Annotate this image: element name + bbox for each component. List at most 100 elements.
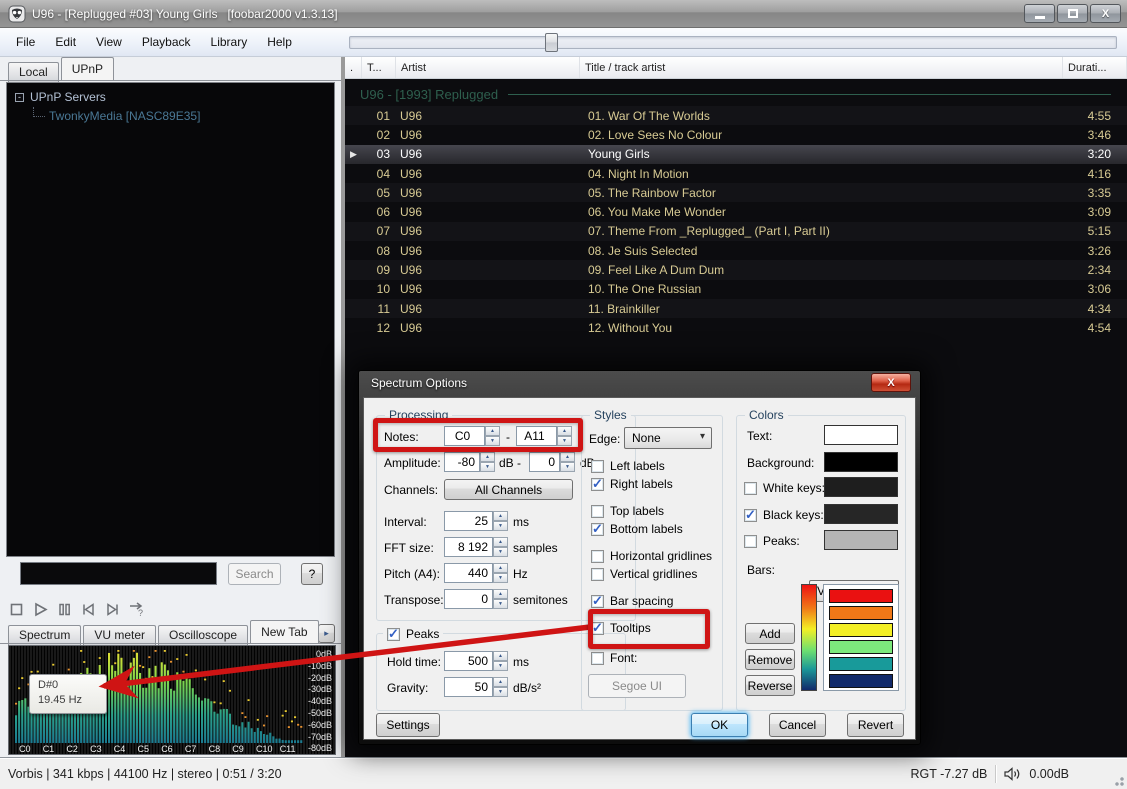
edge-dropdown[interactable]: None (624, 427, 712, 449)
checkbox-icon[interactable] (591, 622, 604, 635)
pitch-spinner[interactable]: ▲▼ (493, 563, 508, 583)
amplitude-to-input[interactable]: 0 (529, 452, 560, 472)
gravity-input[interactable]: 50 (444, 677, 493, 697)
remove-color-button[interactable]: Remove (745, 649, 795, 670)
peaks-color-checkbox-icon[interactable] (744, 535, 757, 548)
channels-button[interactable]: All Channels (444, 479, 573, 500)
column-header-2[interactable]: Artist (396, 57, 580, 78)
amplitude-from-spinner[interactable]: ▲▼ (480, 452, 495, 472)
notes-from-spinner[interactable]: ▲▼ (485, 426, 500, 446)
checkbox-bottom-labels[interactable]: Bottom labels (591, 520, 717, 538)
checkbox-bar-spacing[interactable]: Bar spacing (591, 592, 717, 610)
checkbox-icon[interactable] (591, 550, 604, 563)
hold-time-input[interactable]: 500 (444, 651, 493, 671)
status-volume[interactable]: 0.00dB (1029, 767, 1069, 781)
playlist-row[interactable]: 05U9605. The Rainbow Factor3:35 (345, 183, 1127, 202)
checkbox-icon[interactable] (591, 460, 604, 473)
maximize-button[interactable] (1057, 4, 1088, 23)
close-button[interactable]: X (1090, 4, 1121, 23)
playlist-row[interactable]: 02U9602. Love Sees No Colour3:46 (345, 125, 1127, 144)
menu-file[interactable]: File (6, 28, 45, 56)
playlist-row[interactable]: 08U9608. Je Suis Selected3:26 (345, 241, 1127, 260)
tab-scroll-right-icon[interactable]: ▸ (318, 624, 335, 643)
checkbox-tooltips[interactable]: Tooltips (591, 619, 717, 637)
reverse-colors-button[interactable]: Reverse (745, 675, 795, 696)
playlist-row[interactable]: 11U9611. Brainkiller4:34 (345, 299, 1127, 318)
gravity-spinner[interactable]: ▲▼ (493, 677, 508, 697)
peaks-checkbox-icon[interactable] (387, 628, 400, 641)
notes-from-input[interactable]: C0 (444, 426, 485, 446)
checkbox-vertical-gridlines[interactable]: Vertical gridlines (591, 565, 717, 583)
checkbox-icon[interactable] (591, 568, 604, 581)
palette-color[interactable] (829, 623, 893, 637)
tree-node-twonkymedia[interactable]: TwonkyMedia [NASC89E35] (29, 109, 200, 123)
palette-color[interactable] (829, 589, 893, 603)
checkbox-icon[interactable] (591, 652, 604, 665)
playlist-row[interactable]: 04U9604. Night In Motion4:16 (345, 164, 1127, 183)
tab-vu-meter[interactable]: VU meter (83, 625, 156, 645)
tree-node-upnp-servers[interactable]: - UPnP Servers (15, 90, 106, 104)
revert-button[interactable]: Revert (847, 713, 904, 737)
amplitude-to-spinner[interactable]: ▲▼ (560, 452, 575, 472)
black-keys-checkbox[interactable]: Black keys: (744, 506, 824, 524)
playlist-row[interactable]: 06U9606. You Make Me Wonder3:09 (345, 202, 1127, 221)
next-button[interactable] (104, 601, 121, 618)
column-header-0[interactable]: . (345, 57, 362, 78)
checkbox-right-labels[interactable]: Right labels (591, 475, 717, 493)
tab-spectrum[interactable]: Spectrum (8, 625, 81, 645)
menu-help[interactable]: Help (257, 28, 302, 56)
peaks-color-swatch[interactable] (824, 530, 898, 550)
playlist-row[interactable]: 12U9612. Without You4:54 (345, 318, 1127, 337)
black-keys-checkbox-icon[interactable] (744, 509, 757, 522)
tab-new-tab[interactable]: New Tab (250, 620, 318, 643)
seekbar[interactable] (345, 28, 1127, 57)
white-keys-swatch[interactable] (824, 477, 898, 497)
font-button[interactable]: Segoe UI (588, 674, 686, 698)
title-bar[interactable]: U96 - [Replugged #03] Young Girls [fooba… (0, 0, 1127, 28)
search-button[interactable]: Search (228, 563, 281, 585)
settings-button[interactable]: Settings (376, 713, 440, 737)
minimize-button[interactable] (1024, 4, 1055, 23)
white-keys-checkbox-icon[interactable] (744, 482, 757, 495)
pitch-input[interactable]: 440 (444, 563, 493, 583)
add-color-button[interactable]: Add (745, 623, 795, 644)
menu-view[interactable]: View (86, 28, 132, 56)
search-input[interactable] (20, 562, 217, 585)
tab-oscilloscope[interactable]: Oscilloscope (158, 625, 248, 645)
interval-spinner[interactable]: ▲▼ (493, 511, 508, 531)
tree-collapse-icon[interactable]: - (15, 93, 24, 102)
spectrum-visualisation[interactable]: 0dB-10dB-20dB-30dB-40dB-50dB-60dB-70dB-8… (8, 645, 336, 755)
previous-button[interactable] (80, 601, 97, 618)
playlist-group-header[interactable]: U96 - [1993] Replugged (345, 84, 1127, 105)
cancel-button[interactable]: Cancel (769, 713, 826, 737)
checkbox-icon[interactable] (591, 523, 604, 536)
palette-color[interactable] (829, 657, 893, 671)
upnp-tree-panel[interactable]: - UPnP Servers TwonkyMedia [NASC89E35] (6, 82, 335, 557)
background-color-swatch[interactable] (824, 452, 898, 472)
black-keys-swatch[interactable] (824, 504, 898, 524)
seekbar-track[interactable] (349, 36, 1117, 49)
help-button[interactable]: ? (301, 563, 323, 585)
palette-color[interactable] (829, 606, 893, 620)
checkbox-horizontal-gridlines[interactable]: Horizontal gridlines (591, 547, 717, 565)
checkbox-icon[interactable] (591, 595, 604, 608)
volume-icon[interactable] (1004, 767, 1021, 781)
notes-to-spinner[interactable]: ▲▼ (557, 426, 572, 446)
stop-button[interactable] (8, 601, 25, 618)
tab-upnp[interactable]: UPnP (61, 57, 114, 80)
text-color-swatch[interactable] (824, 425, 898, 445)
checkbox-icon[interactable] (591, 505, 604, 518)
checkbox-top-labels[interactable]: Top labels (591, 502, 717, 520)
palette-list[interactable] (823, 584, 899, 691)
hold-time-spinner[interactable]: ▲▼ (493, 651, 508, 671)
ok-button[interactable]: OK (691, 713, 748, 737)
fft-size-spinner[interactable]: ▲▼ (493, 537, 508, 557)
peaks-enable-checkbox[interactable]: Peaks (383, 625, 443, 643)
fft-size-input[interactable]: 8 192 (444, 537, 493, 557)
playlist-row[interactable]: 09U9609. Feel Like A Dum Dum2:34 (345, 260, 1127, 279)
checkbox-icon[interactable] (591, 478, 604, 491)
pause-button[interactable] (56, 601, 73, 618)
playlist-row[interactable]: 07U9607. Theme From _Replugged_ (Part I,… (345, 222, 1127, 241)
white-keys-checkbox[interactable]: White keys: (744, 479, 825, 497)
transpose-input[interactable]: 0 (444, 589, 493, 609)
